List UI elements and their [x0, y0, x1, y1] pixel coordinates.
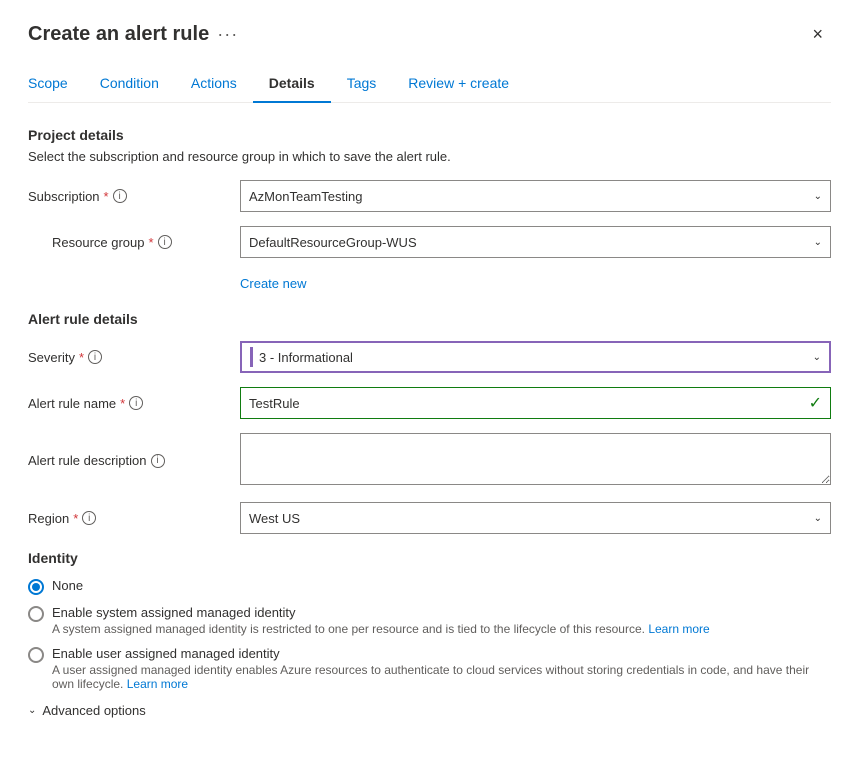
severity-bar-icon [250, 347, 253, 367]
severity-select[interactable]: 3 - Informational ⌄ [240, 341, 831, 373]
region-label: Region * i [28, 511, 228, 526]
identity-system-assigned-label-group: Enable system assigned managed identity … [52, 605, 710, 636]
alert-rule-name-input[interactable]: TestRule ✓ [240, 387, 831, 419]
identity-none-label-group: None [52, 578, 83, 593]
resource-group-info-icon[interactable]: i [158, 235, 172, 249]
subscription-row: Subscription * i AzMonTeamTesting ⌄ [28, 180, 831, 212]
identity-option-none: None [28, 578, 831, 595]
severity-info-icon[interactable]: i [88, 350, 102, 364]
subscription-required: * [104, 189, 109, 204]
advanced-options-chevron-icon: ⌄ [28, 705, 36, 716]
identity-options: None Enable system assigned managed iden… [28, 578, 831, 691]
tab-details[interactable]: Details [253, 65, 331, 103]
subscription-chevron-icon: ⌄ [814, 191, 822, 202]
identity-none-radio[interactable] [28, 579, 44, 595]
severity-control: 3 - Informational ⌄ [240, 341, 831, 373]
identity-section: Identity None Enable system assigned man… [28, 550, 831, 691]
identity-none-label: None [52, 578, 83, 593]
identity-system-assigned-sublabel: A system assigned managed identity is re… [52, 622, 710, 636]
tab-actions[interactable]: Actions [175, 65, 253, 103]
severity-row: Severity * i 3 - Informational ⌄ [28, 341, 831, 373]
subscription-label-text: Subscription [28, 189, 100, 204]
severity-chevron-icon: ⌄ [813, 352, 821, 363]
resource-group-required: * [149, 235, 154, 250]
identity-user-assigned-sublabel: A user assigned managed identity enables… [52, 663, 831, 691]
severity-value: 3 - Informational [259, 350, 353, 365]
alert-rule-details-title: Alert rule details [28, 311, 831, 327]
identity-user-assigned-radio[interactable] [28, 647, 44, 663]
alert-rule-details-section: Alert rule details Severity * i 3 - Info… [28, 311, 831, 534]
identity-option-system-assigned: Enable system assigned managed identity … [28, 605, 831, 636]
advanced-options-row[interactable]: ⌄ Advanced options [28, 703, 831, 718]
severity-label: Severity * i [28, 350, 228, 365]
alert-rule-description-info-icon[interactable]: i [151, 454, 165, 468]
project-details-title: Project details [28, 127, 831, 143]
user-assigned-learn-more-link[interactable]: Learn more [127, 677, 188, 691]
project-details-section: Project details Select the subscription … [28, 127, 831, 291]
title-group: Create an alert rule ··· [28, 23, 238, 46]
tab-tags[interactable]: Tags [331, 65, 393, 103]
alert-rule-name-info-icon[interactable]: i [129, 396, 143, 410]
dialog-header: Create an alert rule ··· × [28, 20, 831, 49]
alert-rule-name-required: * [120, 396, 125, 411]
subscription-info-icon[interactable]: i [113, 189, 127, 203]
alert-rule-name-label-text: Alert rule name [28, 396, 116, 411]
identity-system-assigned-radio[interactable] [28, 606, 44, 622]
identity-user-assigned-label-group: Enable user assigned managed identity A … [52, 646, 831, 691]
identity-section-title: Identity [28, 550, 831, 566]
create-alert-rule-dialog: Create an alert rule ··· × Scope Conditi… [0, 0, 859, 776]
region-value: West US [249, 511, 300, 526]
subscription-label: Subscription * i [28, 189, 228, 204]
alert-rule-description-label-text: Alert rule description [28, 453, 147, 468]
region-row: Region * i West US ⌄ [28, 502, 831, 534]
resource-group-label-text: Resource group [52, 235, 145, 250]
severity-label-text: Severity [28, 350, 75, 365]
project-details-desc: Select the subscription and resource gro… [28, 149, 831, 164]
alert-rule-description-label: Alert rule description i [28, 453, 228, 468]
severity-required: * [79, 350, 84, 365]
dialog-title: Create an alert rule [28, 23, 209, 46]
severity-value-group: 3 - Informational [250, 347, 353, 367]
subscription-select[interactable]: AzMonTeamTesting ⌄ [240, 180, 831, 212]
resource-group-label: Resource group * i [52, 235, 228, 250]
identity-option-user-assigned: Enable user assigned managed identity A … [28, 646, 831, 691]
tab-condition[interactable]: Condition [84, 65, 175, 103]
close-button[interactable]: × [804, 20, 831, 49]
advanced-options-label: Advanced options [42, 703, 145, 718]
subscription-control: AzMonTeamTesting ⌄ [240, 180, 831, 212]
tab-bar: Scope Condition Actions Details Tags Rev… [28, 65, 831, 103]
identity-system-assigned-label: Enable system assigned managed identity [52, 605, 710, 620]
region-required: * [73, 511, 78, 526]
create-new-link[interactable]: Create new [240, 276, 306, 291]
dialog-title-dots: ··· [217, 24, 238, 45]
alert-rule-description-textarea[interactable] [240, 433, 831, 485]
subscription-value: AzMonTeamTesting [249, 189, 362, 204]
identity-user-assigned-label: Enable user assigned managed identity [52, 646, 831, 661]
alert-rule-name-checkmark-icon: ✓ [809, 393, 822, 413]
alert-rule-name-value: TestRule [249, 396, 300, 411]
alert-rule-name-row: Alert rule name * i TestRule ✓ [28, 387, 831, 419]
region-chevron-icon: ⌄ [814, 513, 822, 524]
region-label-text: Region [28, 511, 69, 526]
alert-rule-name-label: Alert rule name * i [28, 396, 228, 411]
tab-review-create[interactable]: Review + create [392, 65, 525, 103]
resource-group-value: DefaultResourceGroup-WUS [249, 235, 417, 250]
region-info-icon[interactable]: i [82, 511, 96, 525]
resource-group-select[interactable]: DefaultResourceGroup-WUS ⌄ [240, 226, 831, 258]
region-select[interactable]: West US ⌄ [240, 502, 831, 534]
tab-scope[interactable]: Scope [28, 65, 84, 103]
region-control: West US ⌄ [240, 502, 831, 534]
alert-rule-description-control [240, 433, 831, 488]
resource-group-control: DefaultResourceGroup-WUS ⌄ [240, 226, 831, 258]
alert-rule-description-row: Alert rule description i [28, 433, 831, 488]
system-assigned-learn-more-link[interactable]: Learn more [648, 622, 709, 636]
resource-group-chevron-icon: ⌄ [814, 237, 822, 248]
alert-rule-name-control: TestRule ✓ [240, 387, 831, 419]
resource-group-row: Resource group * i DefaultResourceGroup-… [28, 226, 831, 258]
